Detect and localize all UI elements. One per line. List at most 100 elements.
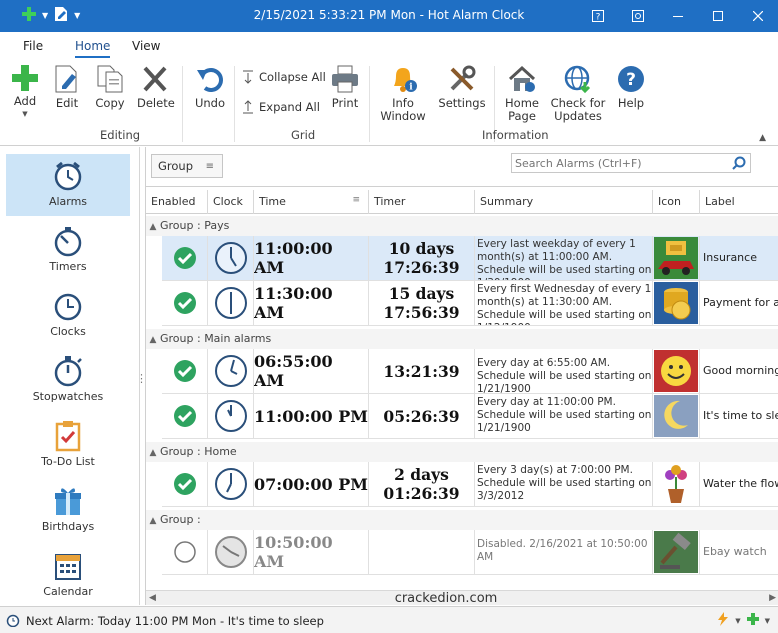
enabled-cell[interactable] bbox=[162, 281, 208, 325]
car-money-icon bbox=[654, 237, 698, 279]
chevron-down-icon[interactable]: ▼ bbox=[765, 617, 770, 625]
time-cell: 07:00:00 PM bbox=[254, 462, 369, 506]
group-row[interactable]: ▲ Group : bbox=[146, 510, 778, 530]
lightning-icon[interactable] bbox=[717, 612, 729, 629]
column-header-clock[interactable]: Clock bbox=[208, 190, 254, 214]
enabled-cell[interactable] bbox=[162, 462, 208, 506]
nav-item-clocks[interactable]: Clocks bbox=[6, 284, 130, 346]
collapse-all-button[interactable]: Collapse All bbox=[241, 70, 326, 84]
home-page-button[interactable]: Home Page bbox=[503, 64, 541, 123]
column-header-icon[interactable]: Icon bbox=[653, 190, 700, 214]
minimize-button[interactable] bbox=[658, 0, 698, 32]
horizontal-scrollbar[interactable]: ◀ crackedion.com ▶ bbox=[146, 590, 778, 606]
nav-item-calendar[interactable]: Calendar bbox=[6, 544, 130, 606]
options-icon[interactable] bbox=[618, 0, 658, 32]
nav-item-timers[interactable]: Timers bbox=[6, 219, 130, 281]
nav-item-birthdays[interactable]: Birthdays bbox=[6, 479, 130, 541]
svg-text:i: i bbox=[409, 83, 413, 93]
print-button[interactable]: Print bbox=[328, 64, 362, 110]
add-button[interactable]: Add ▼ bbox=[10, 64, 40, 121]
nav-item-todo-list[interactable]: To-Do List bbox=[6, 414, 130, 476]
timer-cell: 2 days 01:26:39 bbox=[369, 462, 475, 506]
column-header-label[interactable]: Label bbox=[700, 190, 778, 214]
edit-button[interactable]: Edit bbox=[52, 64, 82, 110]
copy-button[interactable]: Copy bbox=[93, 64, 127, 110]
undo-button[interactable]: Undo bbox=[193, 64, 227, 110]
chevron-up-icon[interactable]: ▲ bbox=[146, 335, 160, 345]
enabled-cell[interactable] bbox=[162, 349, 208, 393]
info-window-button[interactable]: i Info Window bbox=[378, 64, 428, 123]
ribbon-separator bbox=[369, 66, 370, 142]
label-cell: Good morning bbox=[703, 364, 778, 377]
nav-label: Calendar bbox=[43, 585, 93, 598]
enabled-cell[interactable] bbox=[162, 530, 208, 574]
settings-label: Settings bbox=[438, 96, 486, 110]
stopwatch-icon bbox=[54, 356, 82, 387]
group-row[interactable]: ▲ Group : Home bbox=[146, 442, 778, 462]
delete-button[interactable]: Delete bbox=[137, 64, 175, 110]
group-label-grid: Grid bbox=[291, 128, 316, 142]
tab-view[interactable]: View bbox=[132, 39, 160, 53]
table-row[interactable]: 11:00:00 PM 05:26:39 Every day at 11:00:… bbox=[162, 394, 778, 439]
table-row[interactable]: 11:00:00 AM 10 days 17:26:39 Every last w… bbox=[162, 236, 778, 281]
enabled-cell[interactable] bbox=[162, 394, 208, 438]
clock-face-icon bbox=[214, 242, 247, 274]
ribbon: Add ▼ Edit Copy Delete Undo Editing Coll… bbox=[0, 60, 778, 146]
scroll-right-icon[interactable]: ▶ bbox=[769, 593, 776, 603]
column-header-enabled[interactable]: Enabled bbox=[146, 190, 208, 214]
group-title: Group : bbox=[160, 513, 201, 526]
collapse-icon bbox=[243, 70, 253, 84]
help-button[interactable]: ? Help bbox=[614, 64, 648, 110]
calendar-icon bbox=[55, 554, 81, 580]
group-row[interactable]: ▲ Group : Main alarms bbox=[146, 329, 778, 349]
group-by-label: Group bbox=[158, 159, 194, 173]
chevron-up-icon[interactable]: ▲ bbox=[146, 516, 160, 526]
home-page-label-line2: Page bbox=[508, 109, 536, 123]
chevron-down-icon[interactable]: ▼ bbox=[735, 617, 740, 625]
group-by-button[interactable]: Group ≡ bbox=[151, 154, 223, 178]
search-input[interactable] bbox=[512, 154, 727, 172]
icon-cell bbox=[653, 462, 700, 506]
help-icon: ? bbox=[618, 66, 644, 92]
summary-cell: Every day at 6:55:00 AM. Schedule will b… bbox=[475, 349, 653, 393]
help-label: Help bbox=[617, 96, 645, 110]
undo-icon bbox=[197, 68, 223, 92]
collapse-ribbon-icon[interactable]: ▲ bbox=[759, 133, 766, 143]
edit-label: Edit bbox=[55, 96, 79, 110]
check-updates-button[interactable]: Check for Updates bbox=[550, 64, 606, 123]
column-header-summary[interactable]: Summary bbox=[475, 190, 653, 214]
icon-cell bbox=[653, 236, 700, 280]
add-icon[interactable] bbox=[746, 613, 759, 628]
clock-face-icon bbox=[214, 355, 247, 387]
clock-cell bbox=[208, 462, 254, 506]
nav-item-alarms[interactable]: Alarms bbox=[6, 154, 130, 216]
timer-line1: 15 days bbox=[388, 284, 455, 303]
tab-home[interactable]: Home bbox=[75, 39, 111, 58]
maximize-button[interactable] bbox=[698, 0, 738, 32]
column-header-time[interactable]: Time ≡ bbox=[254, 190, 369, 214]
table-row[interactable]: 06:55:00 AM 13:21:39 Every day at 6:55:0… bbox=[162, 349, 778, 394]
column-header-timer[interactable]: Timer bbox=[369, 190, 475, 214]
help-icon[interactable]: ? bbox=[578, 0, 618, 32]
gift-icon bbox=[55, 488, 81, 515]
settings-button[interactable]: Settings bbox=[438, 64, 486, 110]
nav-item-stopwatches[interactable]: Stopwatches bbox=[6, 349, 130, 411]
table-row[interactable]: 07:00:00 PM 2 days 01:26:39 Every 3 day(s… bbox=[162, 462, 778, 507]
chevron-up-icon[interactable]: ▲ bbox=[146, 222, 160, 232]
group-label-editing: Editing bbox=[100, 128, 141, 142]
add-label: Add bbox=[13, 94, 37, 108]
enabled-cell[interactable] bbox=[162, 236, 208, 280]
expand-all-button[interactable]: Expand All bbox=[241, 100, 320, 114]
chevron-up-icon[interactable]: ▲ bbox=[146, 448, 160, 458]
search-icon[interactable] bbox=[732, 156, 746, 173]
table-row[interactable]: 11:30:00 AM 15 days 17:56:39 Every first … bbox=[162, 281, 778, 326]
group-row[interactable]: ▲ Group : Pays bbox=[146, 216, 778, 236]
tab-file[interactable]: File bbox=[23, 39, 43, 53]
close-button[interactable] bbox=[738, 0, 778, 32]
check-circle-icon bbox=[173, 405, 196, 427]
group-title: Group : Main alarms bbox=[160, 332, 272, 345]
home-icon bbox=[508, 65, 536, 92]
table-row[interactable]: 10:50:00 AM Disabled. 2/16/2021 at 10:50… bbox=[162, 530, 778, 575]
coins-icon bbox=[654, 282, 698, 324]
clock-icon bbox=[54, 293, 82, 321]
